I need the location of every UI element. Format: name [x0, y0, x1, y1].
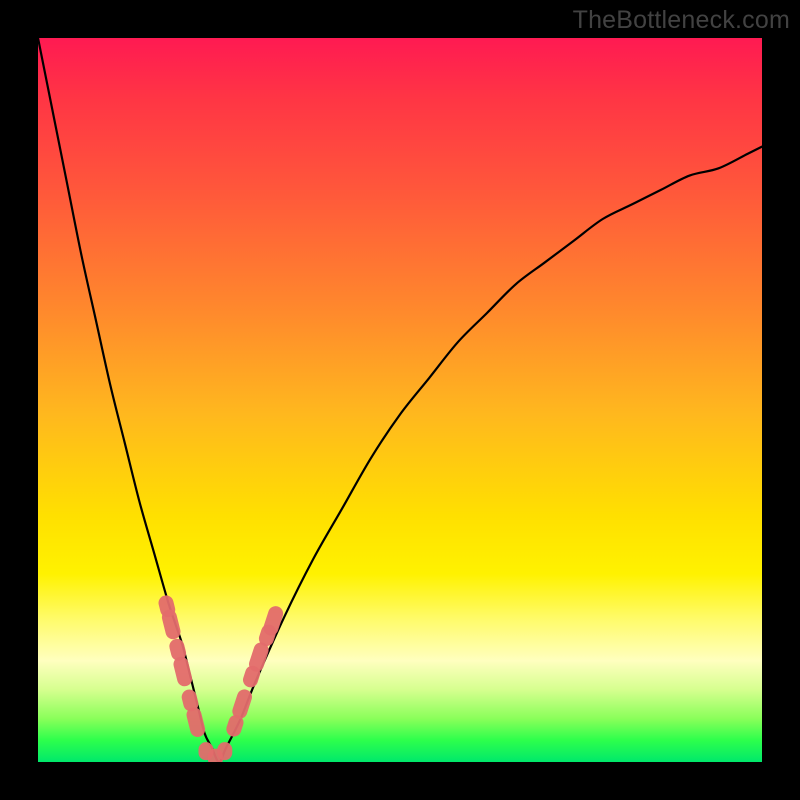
curve-marker	[185, 706, 207, 739]
curve-marker	[160, 608, 182, 641]
curve-marker	[172, 655, 194, 688]
bottleneck-curve	[38, 38, 762, 762]
curve-marker	[230, 687, 254, 720]
watermark-text: TheBottleneck.com	[573, 6, 790, 35]
chart-frame: TheBottleneck.com	[0, 0, 800, 800]
curve-marker	[217, 742, 232, 760]
curve-svg	[38, 38, 762, 762]
plot-area	[38, 38, 762, 762]
curve-markers	[157, 594, 285, 762]
